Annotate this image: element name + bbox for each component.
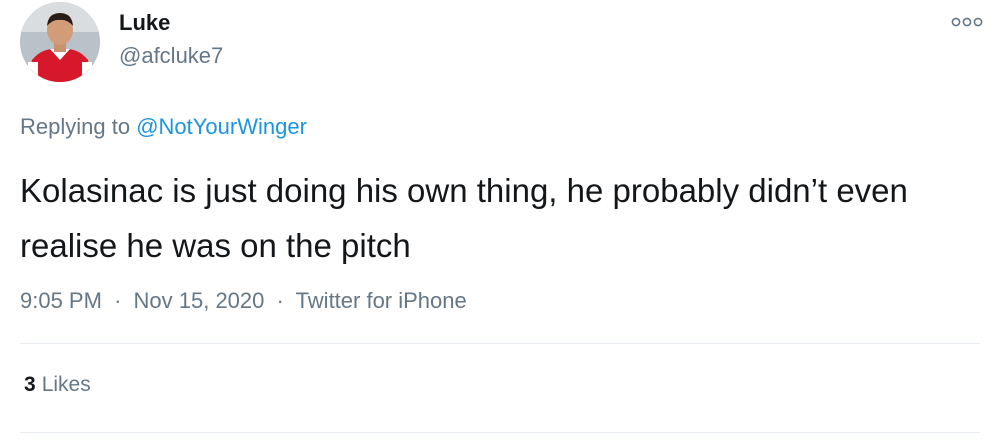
tweet-card: Luke @afcluke7 Replying to @NotYourWinge… [0, 0, 1000, 445]
meta-separator: · [114, 288, 122, 313]
avatar[interactable] [20, 2, 100, 82]
reply-mention-link[interactable]: @NotYourWinger [136, 114, 307, 139]
tweet-date[interactable]: Nov 15, 2020 [134, 288, 265, 313]
tweet-time[interactable]: 9:05 PM [20, 288, 102, 313]
likes-label: Likes [41, 373, 91, 396]
tweet-metadata: 9:05 PM · Nov 15, 2020 · Twitter for iPh… [20, 288, 467, 314]
more-options-icon[interactable] [950, 14, 984, 30]
author-handle[interactable]: @afcluke7 [119, 43, 223, 69]
divider [20, 343, 980, 344]
divider [20, 432, 980, 433]
tweet-source[interactable]: Twitter for iPhone [296, 288, 467, 313]
likes-stat[interactable]: 3 Likes [24, 373, 91, 397]
author-name[interactable]: Luke [119, 10, 170, 36]
avatar-image [20, 2, 100, 82]
tweet-text: Kolasinac is just doing his own thing, h… [20, 172, 908, 264]
replying-to-label: Replying to [20, 114, 131, 139]
likes-count: 3 [24, 373, 36, 396]
meta-separator: · [276, 288, 284, 313]
replying-to: Replying to @NotYourWinger [20, 114, 307, 140]
